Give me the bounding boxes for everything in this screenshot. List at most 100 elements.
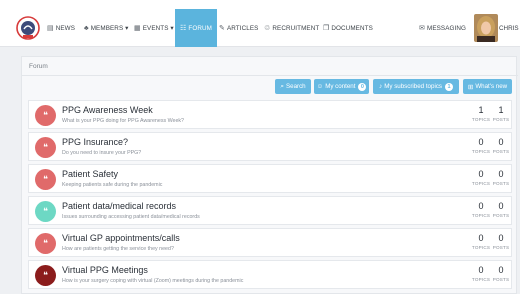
nav-events[interactable]: ▦ EVENTS ▾ xyxy=(134,9,174,47)
subscribed-count-badge: 1 xyxy=(445,82,454,91)
topics-stat: 0 TOPICS xyxy=(471,265,491,282)
posts-label: POSTS xyxy=(492,181,510,186)
posts-label: POSTS xyxy=(492,277,510,282)
forum-row[interactable]: ❝ Patient data/medical records Issues su… xyxy=(28,196,512,225)
nav-members[interactable]: ♣ MEMBERS ▾ xyxy=(84,9,128,47)
topics-count: 0 xyxy=(478,265,484,275)
top-navbar: ▤ NEWS ♣ MEMBERS ▾ ▦ EVENTS ▾ ☷ FORUM ✎ … xyxy=(0,9,520,47)
forum-title[interactable]: PPG Insurance? xyxy=(62,137,128,147)
my-content-label: My content xyxy=(325,83,356,90)
nav-messaging[interactable]: ✉ MESSAGING xyxy=(419,9,466,47)
forum-panel: Forum ⌕ Search ☺ My content 0 ♪ My subsc… xyxy=(21,56,518,294)
grid-icon: ⊞ xyxy=(467,83,474,91)
breadcrumb-divider xyxy=(22,75,518,76)
forum-title[interactable]: PPG Awareness Week xyxy=(62,105,153,115)
topics-count: 0 xyxy=(478,233,484,243)
my-content-count-badge: 0 xyxy=(358,82,367,91)
posts-label: POSTS xyxy=(492,245,510,250)
topics-label: TOPICS xyxy=(471,245,491,250)
chat-icon: ✉ xyxy=(419,25,425,32)
nav-messaging-label: MESSAGING xyxy=(426,24,467,32)
forum-title[interactable]: Patient Safety xyxy=(62,169,118,179)
topics-label: TOPICS xyxy=(471,181,491,186)
topics-count: 0 xyxy=(478,137,484,147)
forum-row[interactable]: ❝ PPG Insurance? Do you need to insure y… xyxy=(28,132,512,161)
topics-stat: 0 TOPICS xyxy=(471,201,491,218)
nav-recruitment-label: RECRUITMENT xyxy=(272,24,320,32)
posts-stat: 0 POSTS xyxy=(491,265,511,282)
site-logo[interactable] xyxy=(15,15,41,41)
forum-row[interactable]: ❝ Virtual PPG Meetings How is your surge… xyxy=(28,260,512,289)
whats-new-label: What's new xyxy=(475,83,508,90)
posts-count: 1 xyxy=(498,105,504,115)
nav-documents-label: DOCUMENTS xyxy=(331,24,373,32)
posts-stat: 0 POSTS xyxy=(491,233,511,250)
nav-articles-label: ARTICLES xyxy=(226,24,259,32)
forum-title[interactable]: Virtual PPG Meetings xyxy=(62,265,148,275)
posts-stat: 0 POSTS xyxy=(491,137,511,154)
topics-label: TOPICS xyxy=(471,149,491,154)
topics-label: TOPICS xyxy=(471,117,491,122)
forum-row[interactable]: ❝ Virtual GP appointments/calls How are … xyxy=(28,228,512,257)
bulb-icon: ♲ xyxy=(264,25,271,32)
posts-stat: 0 POSTS xyxy=(491,169,511,186)
subscribed-topics-button[interactable]: ♪ My subscribed topics 1 xyxy=(373,79,459,94)
topics-stat: 0 TOPICS xyxy=(471,169,491,186)
bell-icon: ♪ xyxy=(378,83,383,90)
megaphone-icon: ❝ xyxy=(35,137,56,158)
posts-count: 0 xyxy=(498,201,504,211)
forum-row[interactable]: ❝ Patient Safety Keeping patients safe d… xyxy=(28,164,512,193)
topics-stat: 0 TOPICS xyxy=(471,233,491,250)
breadcrumb[interactable]: Forum xyxy=(29,63,48,70)
search-button[interactable]: ⌕ Search xyxy=(275,79,311,94)
forum-description: How are patients getting the service the… xyxy=(62,246,174,252)
posts-label: POSTS xyxy=(492,149,510,154)
forum-title[interactable]: Patient data/medical records xyxy=(62,201,176,211)
nav-members-label: MEMBERS ▾ xyxy=(90,24,129,32)
megaphone-icon: ❝ xyxy=(35,169,56,190)
forum-row[interactable]: ❝ PPG Awareness Week What is your PPG do… xyxy=(28,100,512,129)
megaphone-icon: ❝ xyxy=(35,105,56,126)
forum-description: Keeping patients safe during the pandemi… xyxy=(62,182,163,188)
nav-forum-label: FORUM xyxy=(188,24,212,32)
nav-articles[interactable]: ✎ ARTICLES xyxy=(219,9,258,47)
posts-stat: 0 POSTS xyxy=(491,201,511,218)
user-menu[interactable]: CHRIS ▾ xyxy=(499,9,520,47)
search-button-label: Search xyxy=(286,83,306,90)
my-content-button[interactable]: ☺ My content 0 xyxy=(314,79,369,94)
nav-forum[interactable]: ☷ FORUM xyxy=(175,9,217,47)
forum-description: Do you need to insure your PPG? xyxy=(62,150,142,156)
search-icon: ⌕ xyxy=(280,82,285,90)
forum-title[interactable]: Virtual GP appointments/calls xyxy=(62,233,180,243)
forum-description: How is your surgery coping with virtual … xyxy=(62,278,244,284)
top-stripe xyxy=(0,0,520,9)
forum-description: What is your PPG doing for PPG Awareness… xyxy=(62,118,184,124)
topics-count: 0 xyxy=(478,169,484,179)
posts-count: 0 xyxy=(498,169,504,179)
nav-documents[interactable]: ❐ DOCUMENTS xyxy=(323,9,373,47)
posts-label: POSTS xyxy=(492,213,510,218)
megaphone-icon: ❝ xyxy=(35,201,56,222)
posts-count: 0 xyxy=(498,137,504,147)
posts-count: 0 xyxy=(498,265,504,275)
forum-description: Issues surrounding accessing patient dat… xyxy=(62,214,200,220)
documents-icon: ❐ xyxy=(323,25,330,32)
nav-events-label: EVENTS ▾ xyxy=(142,24,174,32)
topics-label: TOPICS xyxy=(471,277,491,282)
topics-label: TOPICS xyxy=(471,213,491,218)
news-icon: ▤ xyxy=(47,25,54,32)
megaphone-icon: ❝ xyxy=(35,265,56,286)
forum-icon: ☷ xyxy=(180,25,187,32)
subscribed-topics-label: My subscribed topics xyxy=(384,83,443,90)
posts-stat: 1 POSTS xyxy=(491,105,511,122)
posts-count: 0 xyxy=(498,233,504,243)
user-avatar[interactable] xyxy=(474,14,498,42)
user-icon: ☺ xyxy=(316,83,324,90)
calendar-icon: ▦ xyxy=(134,25,141,32)
topics-stat: 1 TOPICS xyxy=(471,105,491,122)
nav-recruitment[interactable]: ♲ RECRUITMENT xyxy=(264,9,319,47)
topics-count: 1 xyxy=(478,105,484,115)
whats-new-button[interactable]: ⊞ What's new xyxy=(463,79,512,94)
topics-stat: 0 TOPICS xyxy=(471,137,491,154)
nav-news[interactable]: ▤ NEWS xyxy=(47,9,75,47)
